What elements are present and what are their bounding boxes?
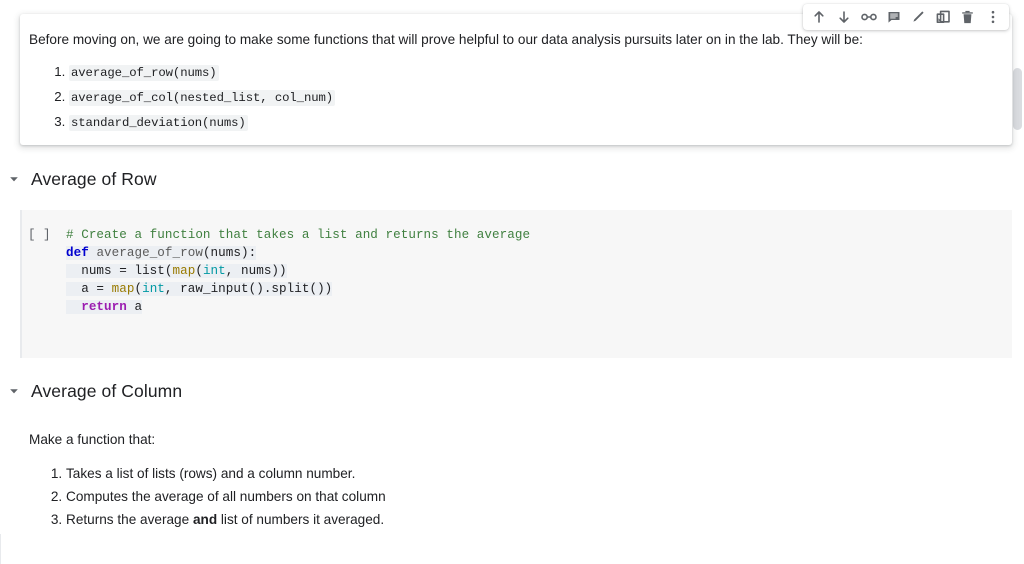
code-token: int — [202, 264, 226, 278]
code-token: int — [142, 282, 165, 296]
function-name-code: average_of_row(nums) — [69, 65, 219, 81]
step-text: Computes the average of all numbers on t… — [66, 489, 386, 504]
step-text-tail: list of numbers it averaged. — [217, 512, 385, 527]
section-title: Average of Column — [31, 380, 183, 401]
step-emphasis: and — [192, 512, 218, 527]
code-token: map — [172, 264, 196, 278]
code-line: return a — [66, 298, 530, 316]
function-list: average_of_row(nums) average_of_col(nest… — [29, 60, 990, 135]
function-name-code: standard_deviation(nums) — [69, 115, 248, 131]
arrow-up-icon — [814, 11, 824, 23]
link-to-cell-button[interactable] — [858, 6, 880, 28]
pencil-icon — [913, 11, 924, 22]
arrow-down-icon — [839, 11, 849, 23]
intro-paragraph: Before moving on, we are going to make s… — [29, 32, 863, 47]
section-header-average-of-column[interactable]: Average of Column — [0, 379, 182, 403]
more-options-button[interactable] — [982, 6, 1004, 28]
move-cell-down-button[interactable] — [833, 6, 855, 28]
notebook-page: Before moving on, we are going to make s… — [0, 0, 1024, 564]
list-item: average_of_row(nums) — [69, 60, 990, 85]
code-token: map — [111, 282, 135, 296]
code-token: def — [66, 246, 97, 260]
run-cell-button[interactable]: [ ] — [20, 226, 66, 316]
move-cell-up-button[interactable] — [808, 6, 830, 28]
vertical-scrollbar-thumb[interactable] — [1013, 68, 1022, 130]
caret-down-icon[interactable] — [2, 386, 26, 396]
step-text: Takes a list of lists (rows) and a colum… — [66, 466, 356, 481]
link-icon — [861, 13, 877, 21]
text-cell[interactable]: Before moving on, we are going to make s… — [20, 14, 1012, 145]
code-editor[interactable]: # Create a function that takes a list an… — [66, 226, 530, 316]
list-item: standard_deviation(nums) — [69, 110, 990, 135]
code-line: # Create a function that takes a list an… — [66, 226, 530, 244]
code-token: ( — [134, 282, 143, 296]
code-token: nums = list( — [66, 264, 173, 278]
trash-icon — [962, 10, 974, 24]
add-comment-button[interactable] — [883, 6, 905, 28]
code-token: ( — [195, 264, 203, 278]
edit-cell-button[interactable] — [907, 6, 929, 28]
code-token: average_of_row — [96, 246, 203, 260]
code-token: a — [126, 300, 143, 314]
section-title: Average of Row — [31, 168, 157, 189]
function-name-code: average_of_col(nested_list, col_num) — [69, 90, 336, 106]
code-token: (nums): — [202, 246, 257, 260]
code-token: # Create a function that takes a list an… — [66, 228, 531, 242]
code-line: def average_of_row(nums): — [66, 244, 530, 262]
code-token: , nums)) — [225, 264, 287, 278]
comment-icon — [888, 12, 900, 23]
code-token: a = — [66, 282, 112, 296]
list-item: Computes the average of all numbers on t… — [66, 485, 1000, 508]
code-token: , raw_input().split()) — [164, 282, 333, 296]
code-cell[interactable]: [ ] # Create a function that takes a lis… — [20, 210, 1012, 358]
code-line: a = map(int, raw_input().split()) — [66, 280, 530, 298]
vertical-scrollbar-track[interactable] — [1012, 0, 1024, 564]
instructions-text-cell[interactable]: Make a function that: Takes a list of li… — [0, 430, 1000, 531]
text-cell-content: Before moving on, we are going to make s… — [20, 14, 1012, 145]
caret-down-icon[interactable] — [2, 174, 26, 184]
instructions-list: Takes a list of lists (rows) and a colum… — [0, 462, 1000, 531]
section-header-average-of-row[interactable]: Average of Row — [0, 167, 157, 191]
mirror-cell-icon — [936, 10, 950, 23]
cell-toolbar — [803, 4, 1009, 30]
code-token: return — [66, 300, 127, 314]
list-item: average_of_col(nested_list, col_num) — [69, 85, 990, 110]
instructions-intro: Make a function that: — [29, 432, 156, 447]
page-left-divider — [0, 534, 1, 564]
step-text: Returns the average — [66, 512, 193, 527]
mirror-cell-button[interactable] — [932, 6, 954, 28]
list-item: Takes a list of lists (rows) and a colum… — [66, 462, 1000, 485]
code-line: nums = list(map(int, nums)) — [66, 262, 530, 280]
code-cell-row: [ ] # Create a function that takes a lis… — [20, 226, 530, 316]
list-item: Returns the average and list of numbers … — [66, 508, 1000, 531]
delete-cell-button[interactable] — [957, 6, 979, 28]
more-vertical-icon — [991, 10, 994, 24]
